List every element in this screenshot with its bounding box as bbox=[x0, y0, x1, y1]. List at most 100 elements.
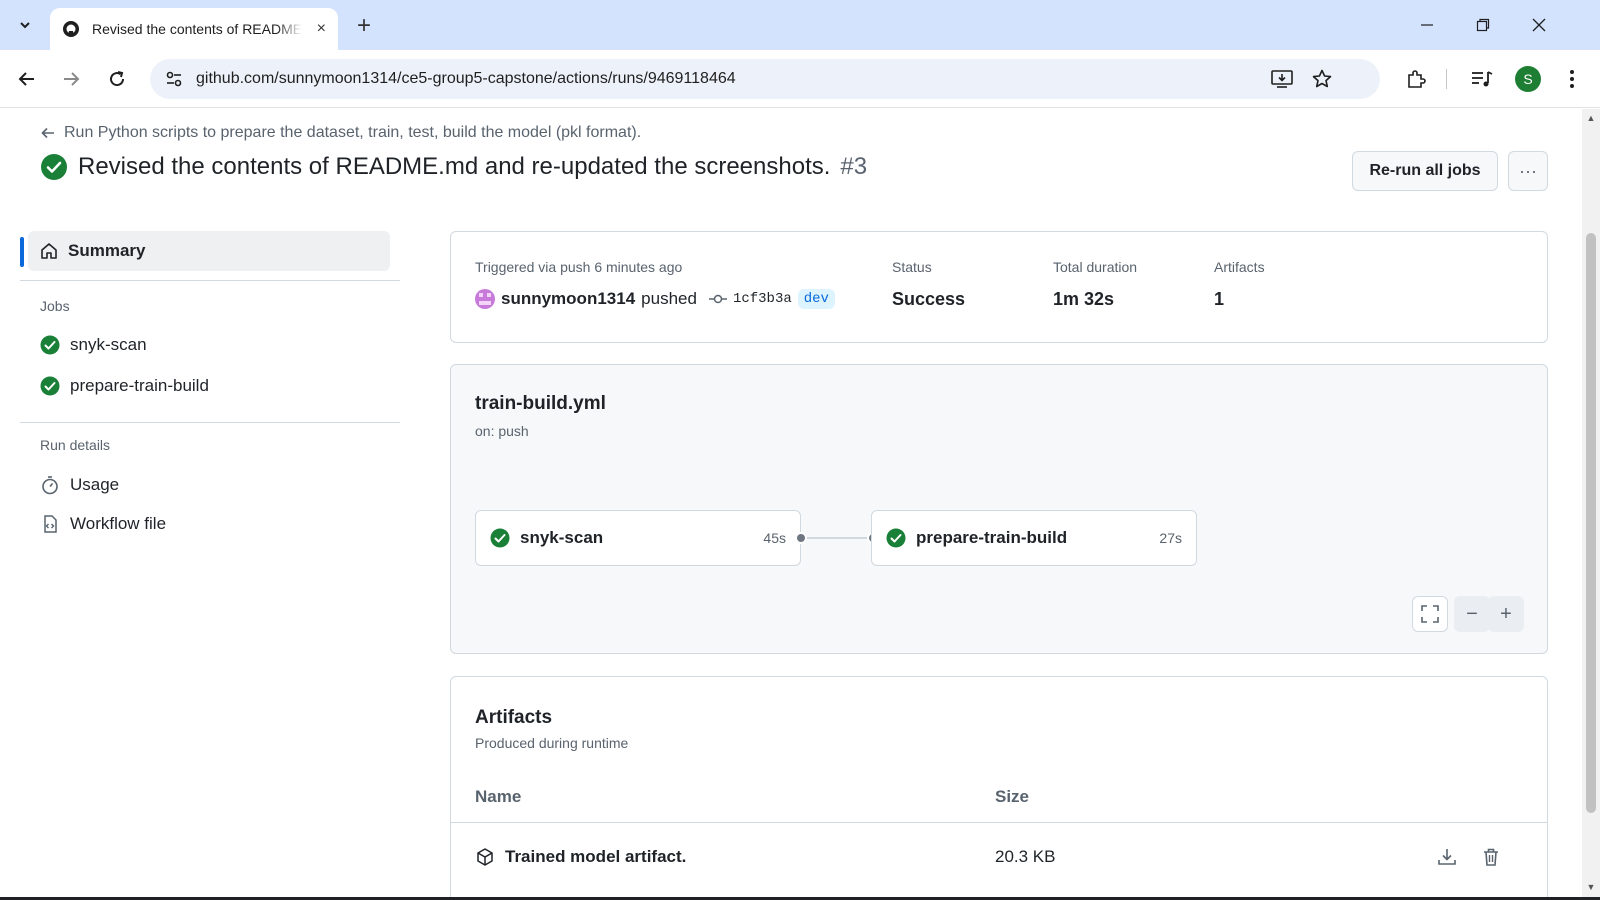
arrow-left-icon bbox=[18, 72, 34, 86]
duration-label: Total duration bbox=[1053, 259, 1138, 275]
column-header-name: Name bbox=[475, 787, 522, 806]
actor-avatar[interactable] bbox=[475, 289, 495, 309]
duration-value[interactable]: 1m 32s bbox=[1053, 289, 1114, 310]
artifacts-count-value[interactable]: 1 bbox=[1214, 289, 1224, 310]
table-row: Trained model artifact. 20.3 KB bbox=[475, 839, 1525, 875]
site-info-icon[interactable] bbox=[154, 70, 194, 88]
sidebar-jobs-heading: Jobs bbox=[40, 298, 70, 314]
zoom-out-button[interactable]: − bbox=[1454, 596, 1490, 632]
browser-menu-button[interactable] bbox=[1554, 61, 1590, 97]
sidebar-run-details-heading: Run details bbox=[40, 437, 111, 453]
artifacts-card: Artifacts Produced during runtime Name S… bbox=[450, 676, 1548, 900]
status-label: Status bbox=[892, 259, 932, 275]
tab-close-icon[interactable]: × bbox=[317, 20, 326, 38]
scrollbar-thumb[interactable] bbox=[1586, 233, 1596, 813]
back-button[interactable] bbox=[9, 61, 45, 97]
trigger-text: Triggered via push 6 minutes ago bbox=[475, 259, 683, 275]
browser-toolbar: github.com/sunnymoon1314/ce5-group5-caps… bbox=[0, 50, 1600, 108]
commit-link[interactable]: 1cf3b3a bbox=[708, 291, 792, 307]
sidebar-job-label: prepare-train-build bbox=[70, 376, 209, 395]
active-indicator bbox=[20, 237, 24, 267]
install-app-icon[interactable] bbox=[1270, 67, 1294, 91]
file-code-icon bbox=[44, 515, 57, 533]
home-icon bbox=[41, 243, 57, 259]
run-summary-card: Triggered via push 6 minutes ago sunnymo… bbox=[450, 231, 1548, 343]
forward-button[interactable] bbox=[53, 61, 89, 97]
job-node-name: snyk-scan bbox=[520, 528, 604, 547]
fullscreen-button[interactable] bbox=[1412, 596, 1448, 632]
media-control-button[interactable] bbox=[1464, 61, 1500, 97]
package-icon bbox=[477, 848, 493, 866]
tab-search-button[interactable] bbox=[8, 8, 42, 42]
arrow-left-icon bbox=[41, 127, 54, 139]
extensions-button[interactable] bbox=[1398, 61, 1434, 97]
sidebar-summary-label: Summary bbox=[68, 241, 146, 260]
minimize-icon bbox=[1421, 24, 1433, 26]
workflow-file-name[interactable]: train-build.yml bbox=[475, 393, 606, 415]
more-options-button[interactable]: ··· bbox=[1508, 151, 1548, 191]
sidebar-job-prepare-train-build[interactable]: prepare-train-build bbox=[40, 376, 209, 396]
git-commit-icon bbox=[708, 294, 727, 304]
job-node-duration: 45s bbox=[763, 530, 786, 546]
music-queue-icon bbox=[1472, 71, 1493, 87]
workflow-trigger: on: push bbox=[475, 423, 529, 439]
artifacts-count-label: Artifacts bbox=[1214, 259, 1265, 275]
sidebar-job-snyk-scan[interactable]: snyk-scan bbox=[40, 335, 147, 355]
download-icon bbox=[1438, 849, 1456, 865]
artifacts-title: Artifacts bbox=[475, 707, 553, 728]
address-bar[interactable]: github.com/sunnymoon1314/ce5-group5-caps… bbox=[150, 59, 1380, 99]
restore-button[interactable] bbox=[1460, 8, 1506, 42]
sidebar-item-summary[interactable]: Summary bbox=[20, 231, 390, 271]
connector-dot bbox=[795, 532, 807, 544]
chevron-down-icon bbox=[20, 22, 30, 29]
artifact-size: 20.3 KB bbox=[995, 847, 1056, 866]
puzzle-icon bbox=[1408, 70, 1426, 88]
page-content: Run Python scripts to prepare the datase… bbox=[0, 109, 1582, 900]
job-node-name: prepare-train-build bbox=[916, 528, 1068, 547]
profile-avatar[interactable]: S bbox=[1515, 66, 1541, 92]
job-node-prepare-train-build[interactable]: prepare-train-build 27s bbox=[871, 510, 1197, 566]
close-window-button[interactable] bbox=[1516, 8, 1562, 42]
workflow-back-link[interactable]: Run Python scripts to prepare the datase… bbox=[40, 124, 641, 142]
job-node-snyk-scan[interactable]: snyk-scan 45s bbox=[475, 510, 801, 566]
sidebar-item-usage[interactable]: Usage bbox=[40, 475, 119, 495]
artifact-name-link[interactable]: Trained model artifact. bbox=[505, 847, 686, 867]
browser-tab-active[interactable]: Revised the contents of README.md and re… bbox=[50, 8, 338, 50]
reload-icon bbox=[110, 71, 125, 87]
github-favicon-icon bbox=[63, 21, 79, 37]
status-value: Success bbox=[892, 289, 966, 309]
url-text[interactable]: github.com/sunnymoon1314/ce5-group5-caps… bbox=[196, 70, 736, 88]
new-tab-button[interactable]: + bbox=[350, 12, 378, 40]
workflow-graph-card: train-build.yml on: push snyk-scan 45s p… bbox=[450, 364, 1548, 654]
page-scrollbar[interactable]: ▲ ▼ bbox=[1582, 109, 1600, 900]
actor-action: pushed bbox=[641, 289, 697, 308]
actor-name[interactable]: sunnymoon1314 bbox=[501, 289, 635, 309]
download-button[interactable] bbox=[1435, 845, 1459, 869]
sidebar-item-workflow-file[interactable]: Workflow file bbox=[40, 514, 166, 534]
rerun-all-jobs-button[interactable]: Re-run all jobs bbox=[1352, 151, 1498, 191]
check-circle-fill-icon bbox=[886, 528, 906, 548]
toolbar-divider bbox=[1446, 69, 1447, 89]
browser-titlebar: Revised the contents of README.md and re… bbox=[0, 0, 1600, 50]
trash-icon bbox=[1484, 848, 1498, 866]
scroll-down-arrow-icon[interactable]: ▼ bbox=[1585, 882, 1597, 894]
scroll-up-arrow-icon[interactable]: ▲ bbox=[1585, 113, 1597, 125]
restore-icon bbox=[1476, 18, 1490, 32]
branch-badge[interactable]: dev bbox=[797, 289, 835, 309]
bookmark-star-icon[interactable] bbox=[1310, 67, 1334, 91]
back-link-text[interactable]: Run Python scripts to prepare the datase… bbox=[64, 124, 641, 142]
sidebar-divider bbox=[20, 422, 400, 423]
arrow-right-icon bbox=[64, 72, 80, 86]
reload-button[interactable] bbox=[99, 61, 135, 97]
minimize-button[interactable] bbox=[1404, 8, 1450, 42]
trigger-actor: sunnymoon1314 pushed 1cf3b3a dev bbox=[475, 289, 835, 309]
sidebar-job-label: snyk-scan bbox=[70, 335, 147, 354]
check-circle-fill-icon bbox=[490, 528, 510, 548]
commit-sha[interactable]: 1cf3b3a bbox=[733, 291, 792, 307]
column-header-size: Size bbox=[995, 787, 1030, 806]
delete-artifact-button[interactable] bbox=[1479, 845, 1503, 869]
job-connector-line bbox=[801, 537, 873, 539]
check-circle-fill-icon bbox=[40, 376, 60, 396]
zoom-in-button[interactable]: + bbox=[1488, 596, 1524, 632]
run-title-text: Revised the contents of README.md and re… bbox=[78, 153, 831, 180]
